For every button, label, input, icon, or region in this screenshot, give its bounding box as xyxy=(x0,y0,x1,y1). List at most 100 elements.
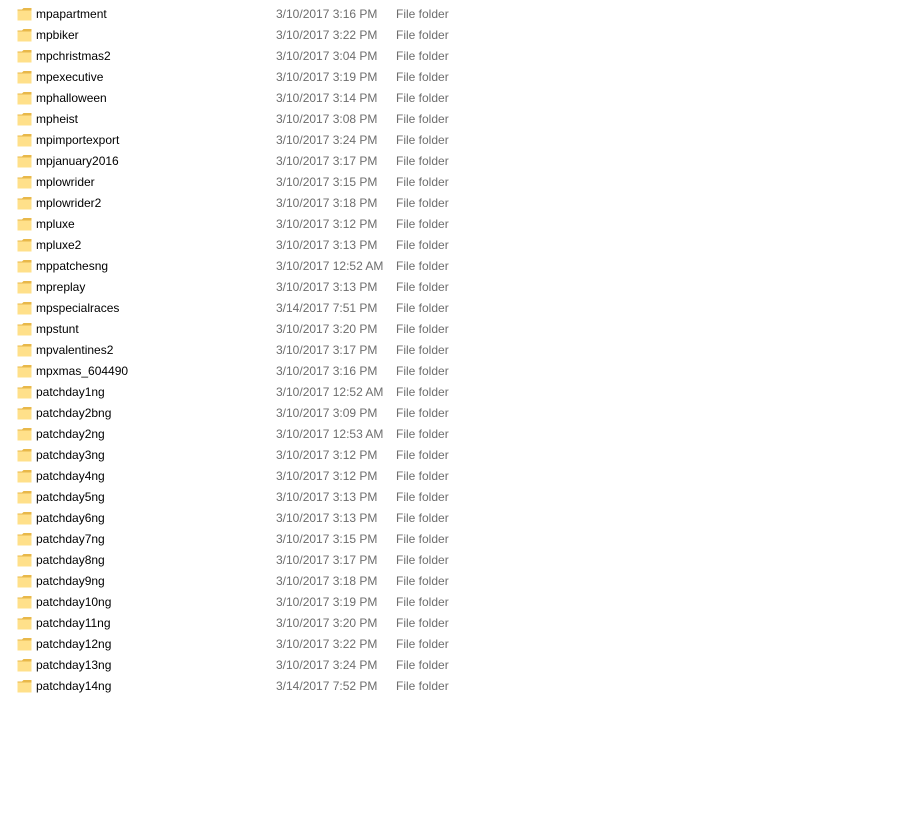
date-modified: 3/10/2017 3:17 PM xyxy=(276,154,378,168)
file-type: File folder xyxy=(396,679,449,693)
file-type: File folder xyxy=(396,175,449,189)
file-name: mpstunt xyxy=(36,322,79,336)
file-row[interactable]: mphalloween 3/10/2017 3:14 PM File folder xyxy=(0,88,470,109)
file-row[interactable]: patchday11ng 3/10/2017 3:20 PM File folder xyxy=(0,613,470,634)
file-row[interactable]: patchday10ng 3/10/2017 3:19 PM File folder xyxy=(0,592,470,613)
file-type: File folder xyxy=(396,322,449,336)
date-modified: 3/10/2017 3:12 PM xyxy=(276,217,378,231)
file-row[interactable]: mpexecutive 3/10/2017 3:19 PM File folder xyxy=(0,67,470,88)
file-type: File folder xyxy=(396,49,449,63)
file-name: patchday10ng xyxy=(36,595,112,609)
folder-icon xyxy=(17,301,32,315)
file-name: patchday7ng xyxy=(36,532,105,546)
file-row[interactable]: patchday9ng 3/10/2017 3:18 PM File folder xyxy=(0,571,470,592)
date-modified: 3/10/2017 3:24 PM xyxy=(276,133,378,147)
date-modified: 3/10/2017 3:24 PM xyxy=(276,658,378,672)
folder-icon xyxy=(17,28,32,42)
file-name: mplowrider xyxy=(36,175,95,189)
date-modified: 3/10/2017 3:19 PM xyxy=(276,70,378,84)
file-type: File folder xyxy=(396,7,449,21)
file-row[interactable]: mpjanuary2016 3/10/2017 3:17 PM File folde… xyxy=(0,151,470,172)
file-row[interactable]: patchday12ng 3/10/2017 3:22 PM File folder xyxy=(0,634,470,655)
file-row[interactable]: patchday7ng 3/10/2017 3:15 PM File folder xyxy=(0,529,470,550)
folder-icon xyxy=(17,343,32,357)
file-row[interactable]: mplowrider 3/10/2017 3:15 PM File folder xyxy=(0,172,470,193)
file-type: File folder xyxy=(396,469,449,483)
file-row[interactable]: mpheist 3/10/2017 3:08 PM File folder xyxy=(0,109,470,130)
folder-icon xyxy=(17,490,32,504)
file-type: File folder xyxy=(396,448,449,462)
file-row[interactable]: patchday2ng 3/10/2017 12:53 AM File folder xyxy=(0,424,470,445)
date-modified: 3/10/2017 3:18 PM xyxy=(276,196,378,210)
file-type: File folder xyxy=(396,385,449,399)
file-row[interactable]: patchday1ng 3/10/2017 12:52 AM File folder xyxy=(0,382,470,403)
file-row[interactable]: mpreplay 3/10/2017 3:13 PM File folder xyxy=(0,277,470,298)
file-type: File folder xyxy=(396,259,449,273)
file-type: File folder xyxy=(396,301,449,315)
folder-icon xyxy=(17,616,32,630)
file-type: File folder xyxy=(396,28,449,42)
file-row[interactable]: patchday3ng 3/10/2017 3:12 PM File folder xyxy=(0,445,470,466)
date-modified: 3/10/2017 3:17 PM xyxy=(276,343,378,357)
file-name: mpexecutive xyxy=(36,70,104,84)
file-name: patchday13ng xyxy=(36,658,112,672)
file-type: File folder xyxy=(396,154,449,168)
file-row[interactable]: patchday5ng 3/10/2017 3:13 PM File folder xyxy=(0,487,470,508)
folder-icon xyxy=(17,217,32,231)
file-row[interactable]: patchday2bng 3/10/2017 3:09 PM File folder xyxy=(0,403,470,424)
date-modified: 3/14/2017 7:52 PM xyxy=(276,679,378,693)
date-modified: 3/10/2017 3:13 PM xyxy=(276,490,378,504)
file-row[interactable]: mpapartment 3/10/2017 3:16 PM File folder xyxy=(0,4,470,25)
file-row[interactable]: patchday6ng 3/10/2017 3:13 PM File folder xyxy=(0,508,470,529)
file-row[interactable]: patchday13ng 3/10/2017 3:24 PM File folder xyxy=(0,655,470,676)
date-modified: 3/10/2017 3:14 PM xyxy=(276,91,378,105)
date-modified: 3/10/2017 3:08 PM xyxy=(276,112,378,126)
file-type: File folder xyxy=(396,553,449,567)
file-name: patchday9ng xyxy=(36,574,105,588)
folder-icon xyxy=(17,133,32,147)
file-row[interactable]: mpvalentines2 3/10/2017 3:17 PM File folde… xyxy=(0,340,470,361)
file-row[interactable]: patchday8ng 3/10/2017 3:17 PM File folder xyxy=(0,550,470,571)
date-modified: 3/10/2017 3:16 PM xyxy=(276,364,378,378)
folder-icon xyxy=(17,406,32,420)
file-type: File folder xyxy=(396,91,449,105)
file-type: File folder xyxy=(396,574,449,588)
file-name: mpluxe xyxy=(36,217,75,231)
folder-icon xyxy=(17,322,32,336)
file-row[interactable]: patchday4ng 3/10/2017 3:12 PM File folder xyxy=(0,466,470,487)
folder-icon xyxy=(17,469,32,483)
date-modified: 3/10/2017 12:52 AM xyxy=(276,385,384,399)
file-row[interactable]: mpluxe 3/10/2017 3:12 PM File folder xyxy=(0,214,470,235)
file-row[interactable]: patchday14ng 3/14/2017 7:52 PM File folder xyxy=(0,676,470,697)
file-row[interactable]: mpimportexport 3/10/2017 3:24 PM File fold… xyxy=(0,130,470,151)
date-modified: 3/10/2017 3:15 PM xyxy=(276,175,378,189)
file-name: mpreplay xyxy=(36,280,86,294)
folder-icon xyxy=(17,196,32,210)
file-name: mpapartment xyxy=(36,7,107,21)
file-name: mplowrider2 xyxy=(36,196,102,210)
file-type: File folder xyxy=(396,112,449,126)
folder-icon xyxy=(17,448,32,462)
file-name: mpspecialraces xyxy=(36,301,120,315)
file-row[interactable]: mpbiker 3/10/2017 3:22 PM File folder xyxy=(0,25,470,46)
file-type: File folder xyxy=(396,364,449,378)
file-row[interactable]: mpspecialraces 3/14/2017 7:51 PM File fold… xyxy=(0,298,470,319)
file-row[interactable]: mppatchesng 3/10/2017 12:52 AM File folder xyxy=(0,256,470,277)
date-modified: 3/10/2017 3:20 PM xyxy=(276,616,378,630)
date-modified: 3/10/2017 3:16 PM xyxy=(276,7,378,21)
date-modified: 3/10/2017 3:13 PM xyxy=(276,280,378,294)
file-type: File folder xyxy=(396,637,449,651)
file-row[interactable]: mpstunt 3/10/2017 3:20 PM File folder xyxy=(0,319,470,340)
file-row[interactable]: mpchristmas2 3/10/2017 3:04 PM File folder xyxy=(0,46,470,67)
date-modified: 3/10/2017 3:18 PM xyxy=(276,574,378,588)
folder-icon xyxy=(17,574,32,588)
file-row[interactable]: mplowrider2 3/10/2017 3:18 PM File folder xyxy=(0,193,470,214)
file-type: File folder xyxy=(396,133,449,147)
file-name: mpluxe2 xyxy=(36,238,82,252)
folder-icon xyxy=(17,280,32,294)
folder-icon xyxy=(17,553,32,567)
file-type: File folder xyxy=(396,490,449,504)
date-modified: 3/10/2017 3:22 PM xyxy=(276,28,378,42)
file-row[interactable]: mpluxe2 3/10/2017 3:13 PM File folder xyxy=(0,235,470,256)
file-row[interactable]: mpxmas_604490 3/10/2017 3:16 PM File folde… xyxy=(0,361,470,382)
